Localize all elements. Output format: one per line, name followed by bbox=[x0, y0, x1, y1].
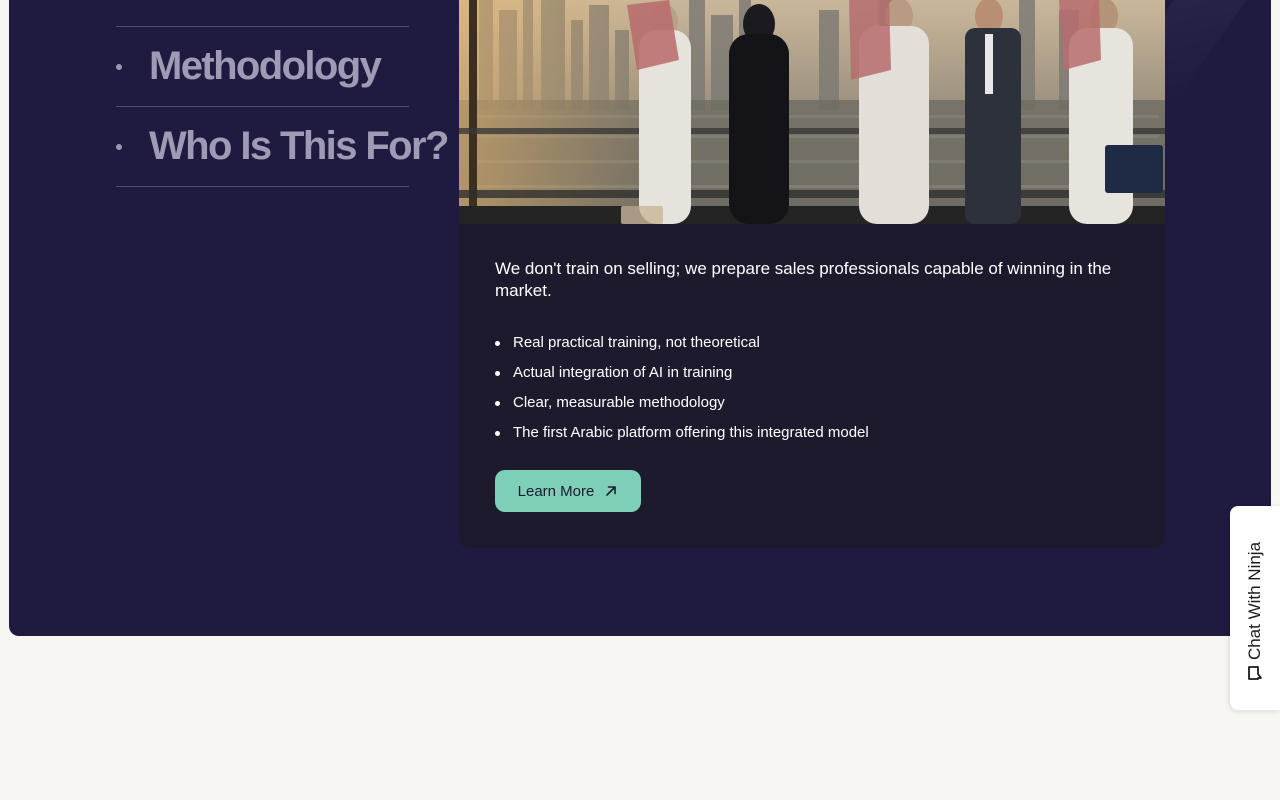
card-intro-text: We don't train on selling; we prepare sa… bbox=[495, 259, 1112, 300]
bullet-dot-icon bbox=[116, 63, 122, 70]
list-item: Real practical training, not theoretical bbox=[495, 328, 1135, 358]
feature-section: Methodology Who Is This For? We don't tr… bbox=[9, 0, 1271, 636]
list-item: The first Arabic platform offering this … bbox=[495, 418, 1135, 448]
side-nav: Methodology Who Is This For? bbox=[116, 26, 449, 187]
arrow-up-right-icon bbox=[604, 484, 618, 498]
learn-more-button[interactable]: Learn More bbox=[495, 470, 641, 512]
side-nav-item-label: Methodology bbox=[149, 44, 382, 88]
feature-card: We don't train on selling; we prepare sa… bbox=[459, 0, 1165, 548]
list-item: Clear, measurable methodology bbox=[495, 388, 1135, 418]
side-nav-item-who-is-this-for[interactable]: Who Is This For? bbox=[116, 107, 449, 187]
learn-more-label: Learn More bbox=[517, 482, 595, 500]
card-body: We don't train on selling; we prepare sa… bbox=[495, 258, 1135, 448]
bullet-dot-icon bbox=[116, 143, 122, 150]
side-nav-item-methodology[interactable]: Methodology bbox=[116, 27, 409, 107]
feature-list: Real practical training, not theoretical… bbox=[495, 328, 1135, 448]
chat-tab-label: Chat With Ninja bbox=[1245, 541, 1264, 661]
side-nav-item-label: Who Is This For? bbox=[149, 124, 449, 168]
chat-with-ninja-tab[interactable]: Chat With Ninja bbox=[1230, 506, 1280, 710]
chat-bubble-icon bbox=[1246, 664, 1264, 687]
card-photo bbox=[459, 0, 1165, 224]
list-item: Actual integration of AI in training bbox=[495, 358, 1135, 388]
